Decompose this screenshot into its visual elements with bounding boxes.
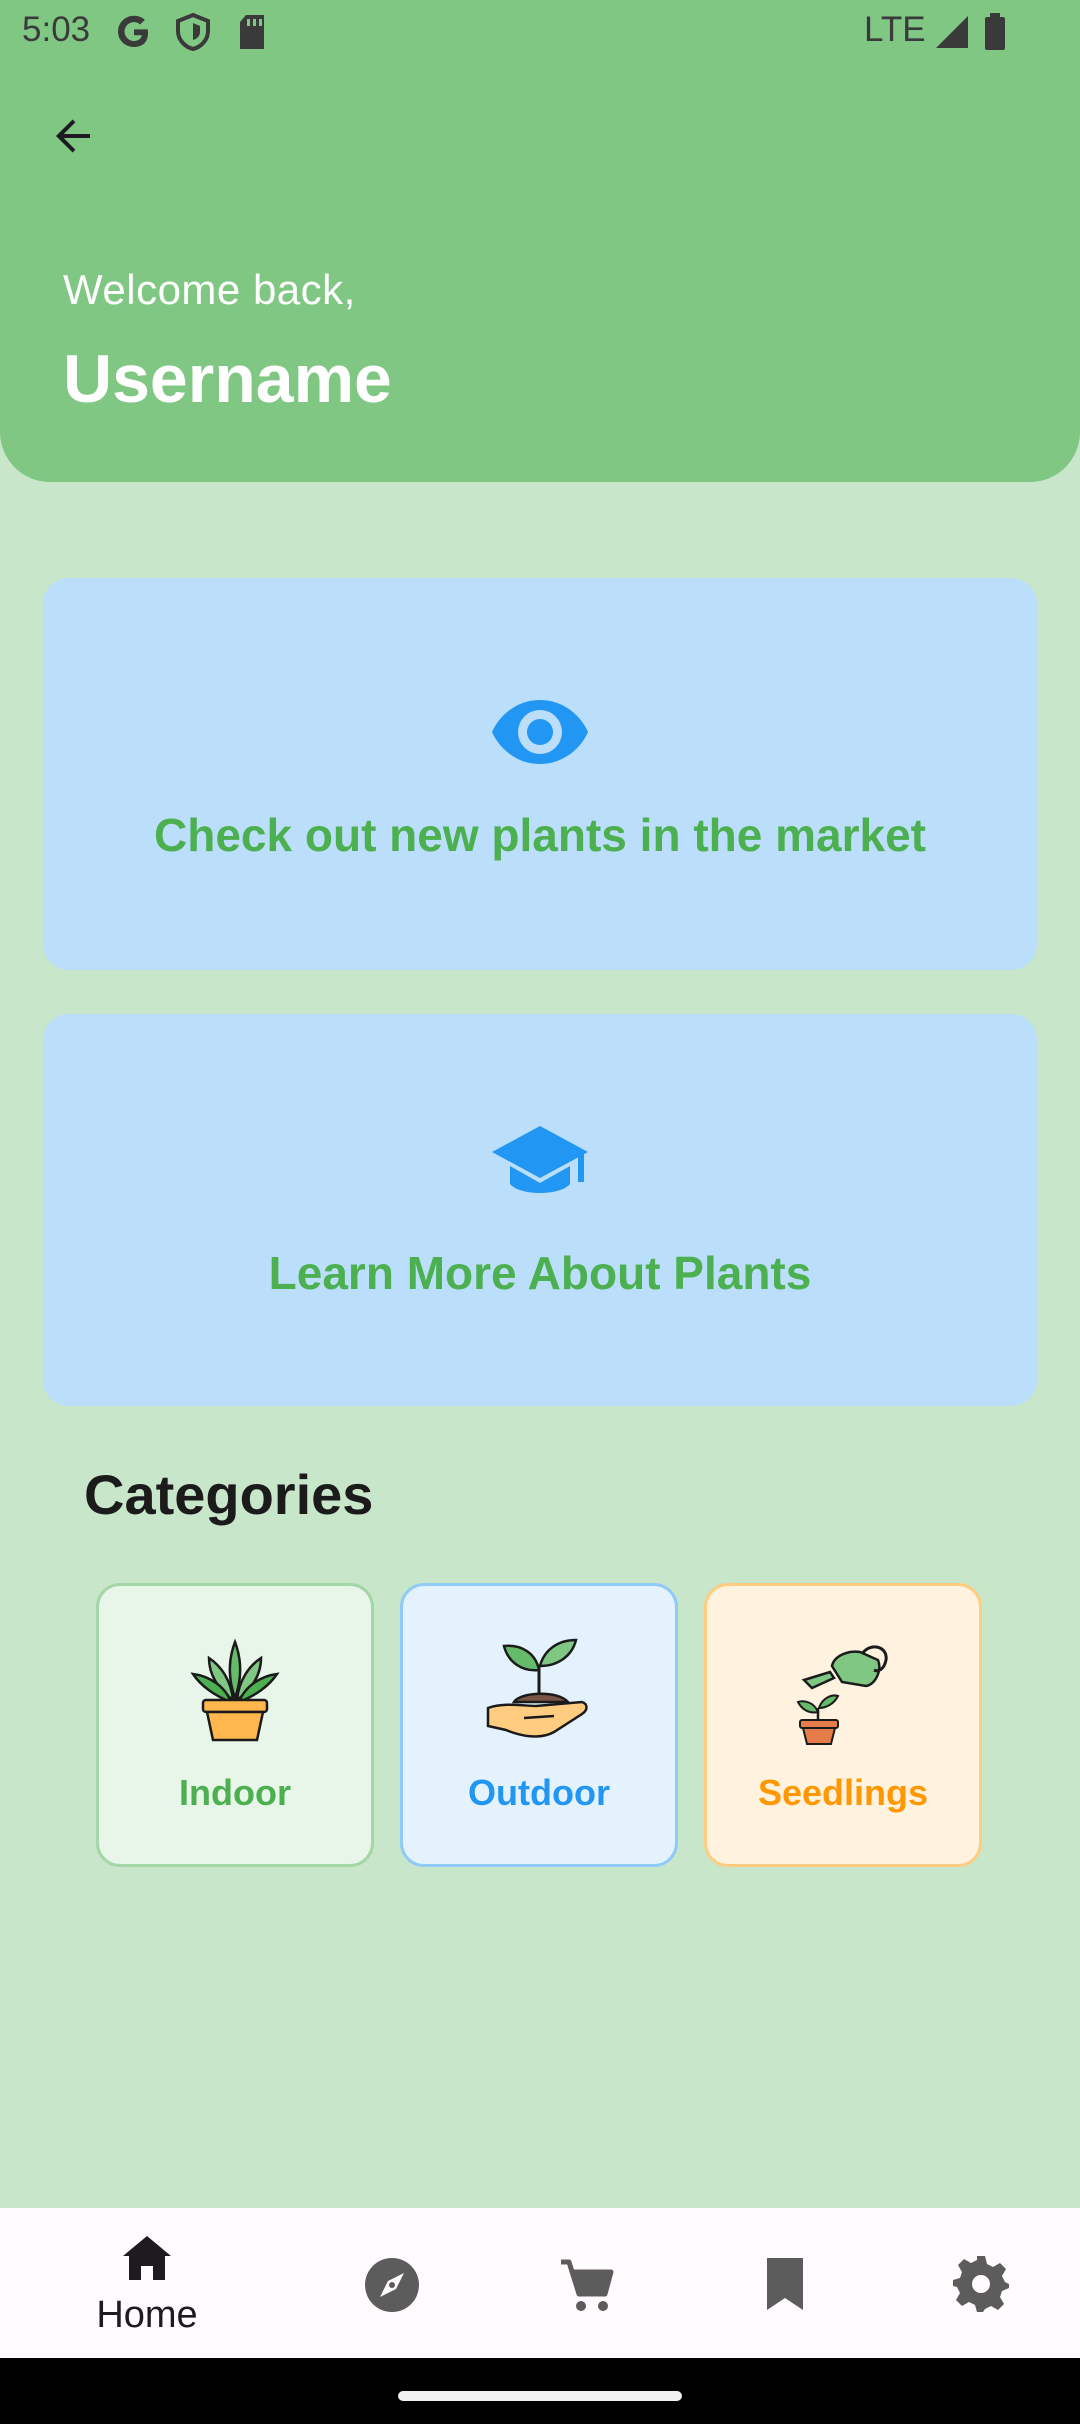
nav-home[interactable]: Home xyxy=(57,2208,237,2358)
category-label: Seedlings xyxy=(757,1772,929,1813)
bookmark-icon xyxy=(695,2256,875,2312)
category-outdoor[interactable]: Outdoor xyxy=(400,1583,678,1867)
cart-icon xyxy=(497,2256,677,2316)
category-indoor[interactable]: Indoor xyxy=(96,1583,374,1867)
learn-card-label: Learn More About Plants xyxy=(268,1247,812,1299)
network-type: LTE xyxy=(864,10,926,49)
compass-icon xyxy=(302,2256,482,2314)
sprout-in-hand-icon xyxy=(403,1636,675,1746)
market-card[interactable]: Check out new plants in the market xyxy=(43,578,1037,970)
gesture-navigation-bar xyxy=(0,2358,1080,2424)
potted-plant-icon xyxy=(99,1636,371,1746)
eye-icon xyxy=(43,696,1037,768)
home-icon xyxy=(57,2230,237,2286)
graduation-cap-icon xyxy=(43,1122,1037,1204)
nav-saved[interactable] xyxy=(695,2208,875,2358)
category-label: Outdoor xyxy=(468,1772,610,1813)
battery-icon xyxy=(985,13,1005,50)
home-gesture-handle[interactable] xyxy=(398,2391,682,2401)
back-button[interactable] xyxy=(38,100,110,172)
shield-icon xyxy=(176,12,210,52)
arrow-back-icon xyxy=(56,119,90,153)
nav-explore[interactable] xyxy=(302,2208,482,2358)
category-label: Indoor xyxy=(179,1772,291,1813)
nav-settings[interactable] xyxy=(891,2208,1071,2358)
nav-cart[interactable] xyxy=(497,2208,677,2358)
header: 5:03 LTE Welcome back, Username xyxy=(0,0,1080,482)
bottom-navigation: Home xyxy=(0,2208,1080,2358)
google-icon xyxy=(118,15,148,47)
signal-icon xyxy=(936,16,968,48)
status-bar: 5:03 LTE xyxy=(0,0,1080,64)
sd-card-icon xyxy=(240,15,264,49)
nav-home-label: Home xyxy=(96,2294,198,2336)
watering-can-icon xyxy=(707,1636,979,1746)
category-seedlings[interactable]: Seedlings xyxy=(704,1583,982,1867)
gear-icon xyxy=(891,2254,1071,2314)
username: Username xyxy=(63,341,392,417)
status-time: 5:03 xyxy=(22,10,91,49)
market-card-label: Check out new plants in the market xyxy=(154,809,926,861)
learn-card[interactable]: Learn More About Plants xyxy=(43,1014,1037,1406)
categories-title: Categories xyxy=(84,1463,374,1526)
welcome-text: Welcome back, xyxy=(63,266,356,313)
